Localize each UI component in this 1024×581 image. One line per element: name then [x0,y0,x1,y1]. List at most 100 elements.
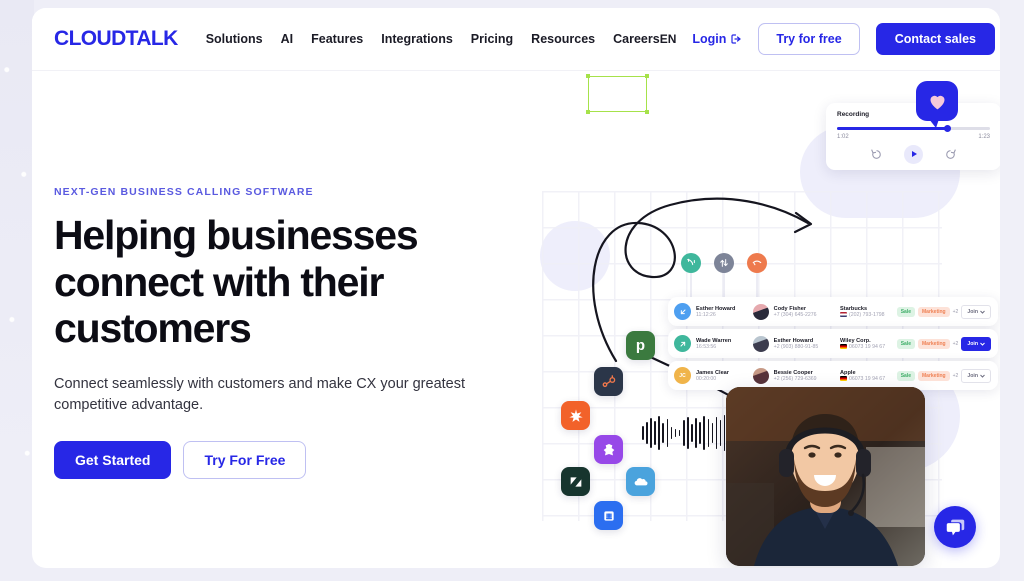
table-row[interactable]: Wade Warren 16:53:56 Esther Howard +2 (9… [668,329,998,358]
caller-time: 00:20:00 [696,375,717,382]
nav-link-ai[interactable]: AI [281,32,294,46]
cloudtalk-logo[interactable]: CLOUDTALK [54,27,178,51]
try-for-free-hero-button[interactable]: Try For Free [183,441,307,480]
call-transfer-icon [714,253,734,273]
join-button[interactable]: Join [961,368,991,383]
call-connected-icon [681,253,701,273]
aircall-glyph [603,510,614,521]
join-label: Join [967,372,978,379]
page-title: Helping businesses connect with their cu… [54,212,419,352]
nav-links: Solutions AI Features Integrations Prici… [206,32,660,46]
integration-zendesk-icon[interactable] [561,467,590,496]
forward-10-icon[interactable] [944,148,957,161]
contact-phone: +2 (903) 880-91-85 [773,343,819,350]
heart-icon [930,95,944,109]
company-phone-wrap: (202) 793-1798 [840,312,897,318]
status-badge[interactable]: Marketing [918,338,950,349]
salesforce-cloud-glyph [634,477,647,485]
nav-link-integrations[interactable]: Integrations [381,32,453,46]
nav-link-pricing[interactable]: Pricing [471,32,513,46]
rewind-10-icon[interactable] [870,148,883,161]
hero-illustration: Recording 1:02 1:23 Esther Howard 11:12:… [520,71,1000,568]
recording-current-time: 1:02 [837,133,849,140]
tag-overflow-count[interactable]: +2 [953,341,959,347]
tag-overflow-count[interactable]: +2 [953,373,959,379]
zapier-glyph [568,408,583,422]
nav-link-careers[interactable]: Careers [613,32,660,46]
arrow-down-left-icon [680,309,685,314]
hero-subtitle: Connect seamlessly with customers and ma… [54,376,466,413]
chevron-down-icon [980,310,985,314]
sentiment-bubble [916,81,958,128]
status-badge[interactable]: Sale [896,338,915,349]
status-badge[interactable]: Marketing [918,370,950,381]
tag-overflow-count[interactable]: +2 [953,309,959,315]
flag-de-icon [840,376,848,381]
contact-cell: Esther Howard +2 (903) 880-91-85 [774,338,836,350]
company-cell: Wiley Corp. 06073 19 94 67 [840,338,897,350]
call-ended-icon [747,253,767,273]
play-button[interactable] [904,144,923,164]
table-row[interactable]: Esther Howard 11:12:26 Cody Fisher +7 (3… [668,297,998,326]
get-started-button[interactable]: Get Started [54,441,172,480]
chevron-down-icon [980,342,985,346]
arrow-up-right-icon [680,341,685,346]
contact-cell: Cody Fisher +7 (304) 645-2276 [774,306,836,318]
zendesk-glyph [570,476,581,487]
try-for-free-button[interactable]: Try for free [758,23,860,55]
integration-intercom-icon[interactable] [594,435,623,464]
recording-progress-track[interactable] [837,124,990,132]
company-phone-wrap: 06073 19 94 67 [840,344,897,350]
caller-time: 11:12:26 [696,311,716,318]
navbar: CLOUDTALK Solutions AI Features Integrat… [32,8,1000,71]
contact-sales-button[interactable]: Contact sales [875,23,995,55]
caller-cell: Esther Howard 11:12:26 [696,306,753,318]
tag-group: Sale Marketing +2 Join [896,304,991,319]
nav-link-features[interactable]: Features [311,32,363,46]
waveform-selection[interactable] [586,74,649,114]
chat-widget-button[interactable] [934,506,976,548]
language-selector[interactable]: EN [660,32,677,46]
recording-progress-knob[interactable] [943,124,951,132]
recording-card: Recording 1:02 1:23 [826,103,1000,170]
contact-cell: Bessie Cooper +2 (256) 729-6369 [774,370,836,382]
login-link[interactable]: Login [692,32,742,46]
join-label: Join [967,308,978,315]
status-badge[interactable]: Sale [896,306,915,317]
flag-de-icon [840,344,848,349]
chat-bubble-icon [946,519,964,535]
navbar-actions: EN Login Try for free Contact sales [660,23,995,55]
company-cell: Starbucks (202) 793-1798 [840,306,897,318]
flag-us-icon [840,312,848,317]
recording-total-time: 1:23 [978,133,990,140]
tag-group: Sale Marketing +2 Join [896,336,991,351]
play-icon [911,151,917,157]
nav-link-resources[interactable]: Resources [531,32,595,46]
app-card: CLOUDTALK Solutions AI Features Integrat… [32,8,1000,568]
integration-aircall-icon[interactable] [594,501,623,530]
chevron-down-icon [980,374,985,378]
hero-eyebrow: NEXT-GEN BUSINESS CALLING SOFTWARE [54,186,314,198]
status-stem [723,273,725,297]
status-badge[interactable]: Sale [896,370,915,381]
status-badge[interactable]: Marketing [918,306,950,317]
logo-text: CLOUDTALK [54,27,178,50]
status-stem [756,273,758,297]
join-button[interactable]: Join [961,304,991,319]
integration-hubspot-icon[interactable] [594,367,623,396]
integration-zapier-icon[interactable] [561,401,590,430]
company-phone: (202) 793-1798 [849,311,885,318]
integration-pipedrive-icon[interactable]: p [626,331,655,360]
phone-icon [687,258,695,266]
join-button[interactable]: Join [961,336,991,351]
phone-down-icon [752,260,762,266]
table-row[interactable]: JC James Clear 00:20:00 Bessie Cooper +2… [668,361,998,390]
join-label: Join [967,340,978,347]
caller-initials-avatar: JC [674,367,691,384]
nav-link-solutions[interactable]: Solutions [206,32,263,46]
integration-salesforce-icon[interactable] [626,467,655,496]
hero-copy: NEXT-GEN BUSINESS CALLING SOFTWARE Helpi… [54,186,524,480]
company-phone-wrap: 06073 19 94 67 [840,376,897,382]
tag-group: Sale Marketing +2 Join [896,368,991,383]
company-phone: 06073 19 94 67 [849,343,886,350]
